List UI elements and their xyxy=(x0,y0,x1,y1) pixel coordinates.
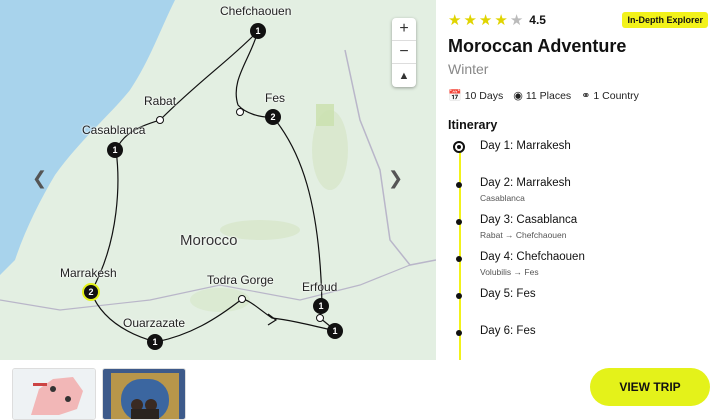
star-icon: ★ xyxy=(463,11,477,29)
route-map[interactable]: 1 2 1 2 1 1 1 Chefchaouen Rabat Fes Casa… xyxy=(0,0,436,360)
city-label-fes: Fes xyxy=(265,91,286,105)
itinerary-day-5[interactable]: Day 5: Fes xyxy=(456,288,708,325)
city-label-marrakesh: Marrakesh xyxy=(60,266,117,280)
marker-chefchaouen[interactable]: 1 xyxy=(250,23,266,39)
half-star-icon: ★ xyxy=(509,11,524,29)
itinerary-day-6[interactable]: Day 6: Fes xyxy=(456,325,708,360)
countries-fact: ⚭ 1 Country xyxy=(581,89,639,103)
day-dot-icon xyxy=(456,330,462,336)
star-icon: ★ xyxy=(448,11,462,29)
compass-icon: ▲ xyxy=(398,69,410,82)
globe-icon: ⚭ xyxy=(581,90,591,102)
marker-erfoud[interactable]: 1 xyxy=(313,298,329,314)
city-label-rabat: Rabat xyxy=(144,94,177,108)
rating-row: ★ ★ ★ ★ ★ 4.5 In-Depth Explorer xyxy=(448,10,708,30)
trip-facts: 📅 10 Days ◉ 11 Places ⚭ 1 Country xyxy=(448,89,708,103)
view-trip-button[interactable]: VIEW TRIP xyxy=(590,368,710,406)
places-label: 11 Places xyxy=(525,89,572,102)
city-label-erfoud: Erfoud xyxy=(302,280,338,294)
image-thumbnails xyxy=(0,360,436,420)
star-icon: ★ xyxy=(478,11,493,29)
trip-season: Winter xyxy=(448,61,489,77)
prev-arrow-icon[interactable]: ❮ xyxy=(32,168,47,189)
duration-fact: 📅 10 Days xyxy=(448,89,504,103)
countries-label: 1 Country xyxy=(593,89,639,102)
day-title: Day 6: Fes xyxy=(480,325,536,337)
marker-casablanca[interactable]: 1 xyxy=(107,142,123,158)
map-canvas xyxy=(0,0,436,360)
waypoint-rabat[interactable] xyxy=(156,116,164,124)
itinerary-line xyxy=(459,148,461,360)
country-label: Morocco xyxy=(180,232,238,249)
day-dot-icon xyxy=(456,256,462,262)
next-arrow-icon[interactable]: ❯ xyxy=(388,168,403,189)
day-dot-icon xyxy=(456,219,462,225)
location-pin-icon: ◉ xyxy=(513,90,523,102)
trip-card: 1 2 1 2 1 1 1 Chefchaouen Rabat Fes Casa… xyxy=(0,0,720,420)
rating-stars: ★ ★ ★ ★ ★ xyxy=(448,13,523,28)
marker-erfoud-south[interactable]: 1 xyxy=(327,323,343,339)
compass-button[interactable]: ▲ xyxy=(392,64,416,87)
day-subtitle: Rabat → Chefchaouen xyxy=(480,230,567,240)
trip-details-panel: ★ ★ ★ ★ ★ 4.5 In-Depth Explorer Moroccan… xyxy=(436,0,720,360)
day-dot-icon xyxy=(456,182,462,188)
waypoint-volubilis[interactable] xyxy=(236,108,244,116)
day-title: Day 1: Marrakesh xyxy=(480,140,571,152)
waypoint-erfoud[interactable] xyxy=(316,314,324,322)
day-subtitle: Casablanca xyxy=(480,193,525,203)
day-dot-icon xyxy=(456,293,462,299)
marker-marrakesh[interactable]: 2 xyxy=(82,283,100,301)
thumbnail-map[interactable] xyxy=(12,368,96,420)
zoom-controls: + − ▲ xyxy=(392,18,416,87)
itinerary-day-1[interactable]: Day 1: Marrakesh xyxy=(453,140,708,177)
waypoint-todra[interactable] xyxy=(238,295,246,303)
day-title: Day 3: Casablanca xyxy=(480,214,578,226)
city-label-todra-gorge: Todra Gorge xyxy=(207,273,274,287)
places-fact: ◉ 11 Places xyxy=(513,89,572,103)
thumbnail-photo[interactable] xyxy=(102,368,186,420)
day-subtitle: Volubilis → Fes xyxy=(480,267,539,277)
zoom-in-button[interactable]: + xyxy=(392,18,416,41)
zoom-out-button[interactable]: − xyxy=(392,41,416,64)
day-title: Day 2: Marrakesh xyxy=(480,177,571,189)
active-day-dot-icon xyxy=(453,141,465,153)
rating-value: 4.5 xyxy=(529,13,546,27)
tour-style-badge: In-Depth Explorer xyxy=(622,12,708,28)
day-title: Day 5: Fes xyxy=(480,288,536,300)
itinerary-day-2[interactable]: Day 2: Marrakesh Casablanca xyxy=(456,177,708,214)
city-label-chefchaouen: Chefchaouen xyxy=(220,4,292,18)
day-title: Day 4: Chefchaouen xyxy=(480,251,585,263)
city-label-casablanca: Casablanca xyxy=(82,123,146,137)
star-icon: ★ xyxy=(494,11,508,29)
itinerary-day-4[interactable]: Day 4: Chefchaouen Volubilis → Fes xyxy=(456,251,708,288)
calendar-icon: 📅 xyxy=(448,90,462,102)
duration-label: 10 Days xyxy=(464,89,504,102)
itinerary-day-3[interactable]: Day 3: Casablanca Rabat → Chefchaouen xyxy=(456,214,708,251)
trip-title: Moroccan Adventure xyxy=(448,36,627,56)
itinerary-heading: Itinerary xyxy=(448,118,498,132)
city-label-ouarzazate: Ouarzazate xyxy=(123,316,186,330)
itinerary-list[interactable]: Day 1: Marrakesh Day 2: Marrakesh Casabl… xyxy=(448,140,708,360)
marker-ouarzazate[interactable]: 1 xyxy=(147,334,163,350)
marker-fes[interactable]: 2 xyxy=(265,109,281,125)
